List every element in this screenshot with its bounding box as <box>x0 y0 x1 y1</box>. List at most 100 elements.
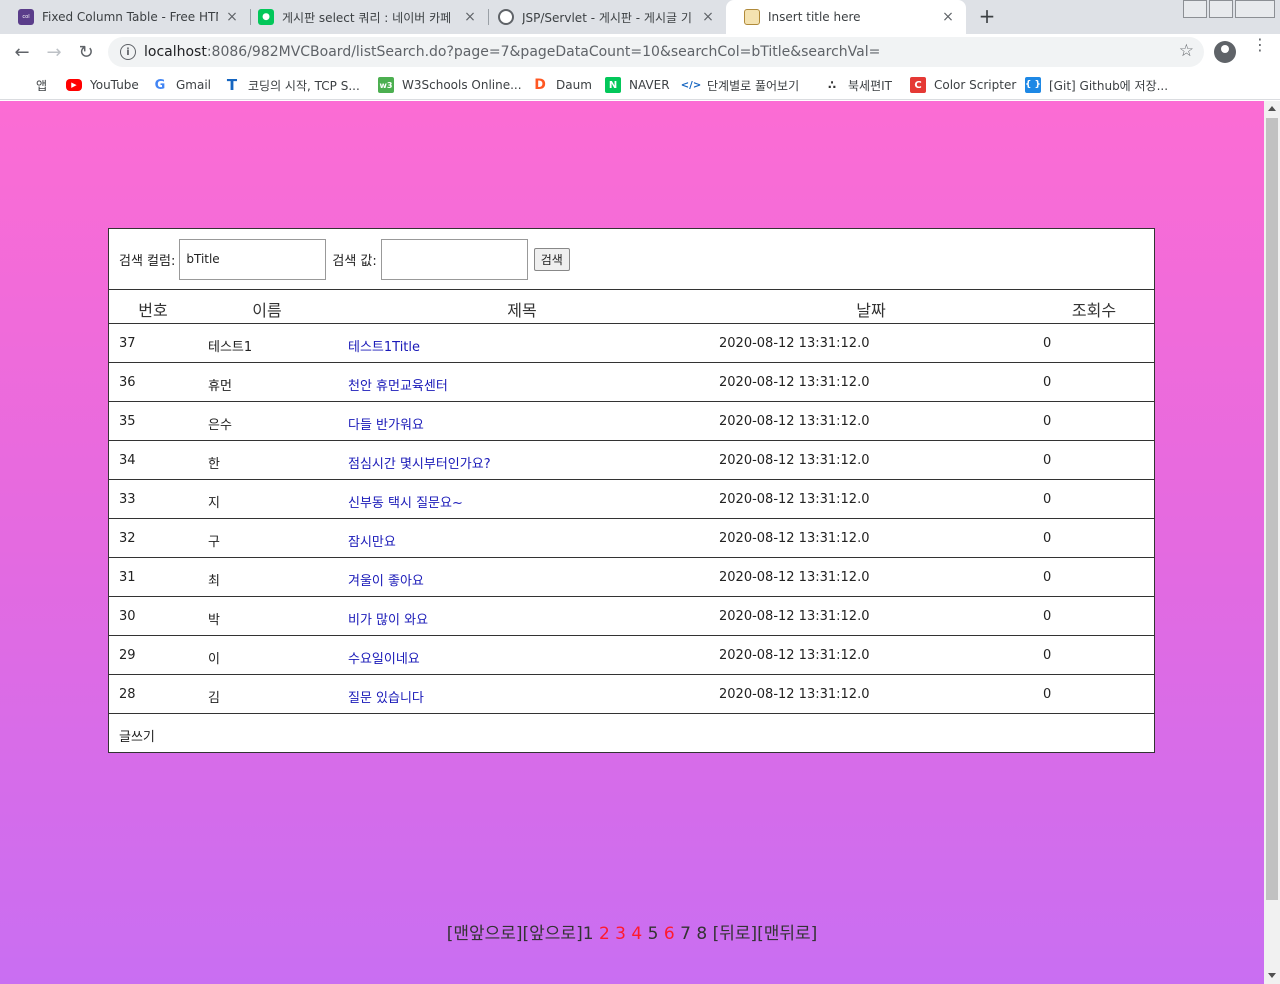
page-number[interactable]: 1 <box>583 924 594 944</box>
page-prev-link[interactable]: [앞으로] <box>523 924 583 944</box>
cell-views: 0 <box>1043 609 1052 624</box>
bookmark-booksepyeon[interactable]: ∴ 북세편IT <box>824 75 892 95</box>
bookmark-label: 북세편IT <box>848 78 892 93</box>
tab-title: Fixed Column Table - Free HTML <box>42 10 218 24</box>
table-header: 번호 이름 제목 날짜 조회수 <box>109 290 1154 324</box>
globe-icon <box>498 9 514 25</box>
new-tab-button[interactable]: + <box>976 5 998 27</box>
search-column-label: 검색 컬럼: <box>119 253 176 269</box>
page-next-link[interactable]: [뒤로] <box>713 924 758 944</box>
table-row: 28 김 질문 있습니다 2020-08-12 13:31:12.0 0 <box>109 675 1154 714</box>
table-row: 35 은수 다들 반가워요 2020-08-12 13:31:12.0 0 <box>109 402 1154 441</box>
table-row: 29 이 수요일이네요 2020-08-12 13:31:12.0 0 <box>109 636 1154 675</box>
post-title-link[interactable]: 점심시간 몇시부터인가요? <box>348 453 491 472</box>
reload-button[interactable]: ↻ <box>72 38 100 66</box>
cell-no: 37 <box>119 336 136 351</box>
post-title-link[interactable]: 질문 있습니다 <box>348 687 424 706</box>
tab-fixed-column-table[interactable]: col Fixed Column Table - Free HTML × <box>0 0 250 34</box>
bookmark-step-by-step[interactable]: </> 단계별로 풀어보기 <box>681 75 800 95</box>
minimize-button[interactable] <box>1183 0 1207 18</box>
page-number[interactable]: 3 <box>615 924 626 944</box>
forward-button[interactable]: → <box>40 38 68 66</box>
cell-name: 테스트1 <box>208 340 253 355</box>
write-row: 글쓰기 <box>109 714 1154 752</box>
bookmark-naver[interactable]: N NAVER <box>605 75 670 95</box>
tab-title: JSP/Servlet - 게시판 - 게시글 기 <box>522 10 692 25</box>
page-number[interactable]: 6 <box>664 924 675 944</box>
cell-no: 34 <box>119 453 136 468</box>
reload-icon: ↻ <box>78 41 94 63</box>
page-number-current: 7 <box>680 924 691 944</box>
search-button[interactable]: 검색 <box>533 247 570 271</box>
bookmark-label: W3Schools Online... <box>402 78 522 92</box>
scroll-down-arrow-icon[interactable] <box>1268 973 1276 978</box>
bookmark-color-scripter[interactable]: C Color Scripter <box>910 75 1016 95</box>
close-icon[interactable]: × <box>700 9 716 25</box>
post-title-link[interactable]: 다들 반가워요 <box>348 414 424 433</box>
scroll-up-arrow-icon[interactable] <box>1268 106 1276 111</box>
page-number[interactable]: 5 <box>648 924 659 944</box>
bookmark-w3schools[interactable]: w3 W3Schools Online... <box>378 75 522 95</box>
address-bar[interactable]: i localhost:8086/982MVCBoard/listSearch.… <box>108 37 1204 67</box>
bookmark-label: 코딩의 시작, TCP S... <box>248 78 360 93</box>
cell-views: 0 <box>1043 336 1052 351</box>
bookmark-tcp[interactable]: T 코딩의 시작, TCP S... <box>224 75 360 95</box>
back-button[interactable]: ← <box>8 38 36 66</box>
close-icon[interactable]: × <box>940 9 956 25</box>
close-icon[interactable]: × <box>462 9 478 25</box>
table-row: 31 최 겨울이 좋아요 2020-08-12 13:31:12.0 0 <box>109 558 1154 597</box>
page-number[interactable]: 2 <box>599 924 610 944</box>
tab-insert-title-here[interactable]: Insert title here × <box>726 0 966 34</box>
cell-no: 31 <box>119 570 136 585</box>
cell-no: 30 <box>119 609 136 624</box>
maximize-button[interactable] <box>1209 0 1233 18</box>
page-last-link[interactable]: [맨뒤로] <box>757 924 817 944</box>
bookmark-star-icon[interactable]: ☆ <box>1179 41 1194 61</box>
page-number[interactable]: 4 <box>631 924 642 944</box>
tab-naver-cafe[interactable]: ● 게시판 select 쿼리 : 네이버 카페 × <box>240 0 488 34</box>
search-value-input[interactable] <box>380 238 528 280</box>
cell-views: 0 <box>1043 687 1052 702</box>
bookmark-label: 단계별로 풀어보기 <box>707 78 800 93</box>
search-column-input[interactable] <box>179 238 327 280</box>
cell-name: 한 <box>208 457 220 472</box>
colorlib-favicon-icon: col <box>18 9 34 25</box>
vertical-scrollbar[interactable] <box>1264 101 1280 984</box>
cell-date: 2020-08-12 13:31:12.0 <box>719 648 870 663</box>
cell-views: 0 <box>1043 492 1052 507</box>
c-icon: C <box>910 77 926 93</box>
post-title-link[interactable]: 신부동 택시 질문요~ <box>348 492 463 511</box>
bookmark-gmail[interactable]: G Gmail <box>152 75 211 95</box>
post-title-link[interactable]: 수요일이네요 <box>348 648 420 667</box>
header-name: 이름 <box>252 301 282 320</box>
cell-views: 0 <box>1043 453 1052 468</box>
google-icon: G <box>154 77 166 93</box>
close-icon[interactable]: × <box>224 9 240 25</box>
tab-title: 게시판 select 쿼리 : 네이버 카페 <box>282 10 452 25</box>
header-date: 날짜 <box>856 301 886 320</box>
post-title-link[interactable]: 비가 많이 와요 <box>348 609 428 628</box>
window-close-button[interactable] <box>1235 0 1275 18</box>
search-form: 검색 컬럼: 검색 값: 검색 <box>109 229 1154 290</box>
bookmark-git-github[interactable]: { } [Git] Github에 저장... <box>1025 75 1168 95</box>
tab-jsp-servlet[interactable]: JSP/Servlet - 게시판 - 게시글 기 × <box>480 0 726 34</box>
post-title-link[interactable]: 겨울이 좋아요 <box>348 570 424 589</box>
page-number[interactable]: 8 <box>696 924 707 944</box>
page-first-link[interactable]: [맨앞으로] <box>447 924 523 944</box>
scrollbar-thumb[interactable] <box>1266 118 1278 900</box>
cell-no: 32 <box>119 531 136 546</box>
bookmark-apps[interactable]: 앱 <box>14 75 47 95</box>
dots-icon: ∴ <box>827 78 837 92</box>
post-title-link[interactable]: 천안 휴먼교육센터 <box>348 375 448 394</box>
bookmark-daum[interactable]: D Daum <box>532 75 592 95</box>
post-title-link[interactable]: 잠시만요 <box>348 531 396 550</box>
cell-name: 구 <box>208 535 220 550</box>
write-post-link[interactable]: 글쓰기 <box>119 726 155 745</box>
cell-name: 지 <box>208 496 220 511</box>
profile-avatar-icon[interactable] <box>1214 41 1236 63</box>
menu-dots-icon[interactable]: ⋮ <box>1252 37 1268 53</box>
info-icon[interactable]: i <box>120 44 136 60</box>
w3-icon: w3 <box>378 77 394 93</box>
bookmark-youtube[interactable]: ▶ YouTube <box>66 75 139 95</box>
post-title-link[interactable]: 테스트1Title <box>348 336 420 355</box>
